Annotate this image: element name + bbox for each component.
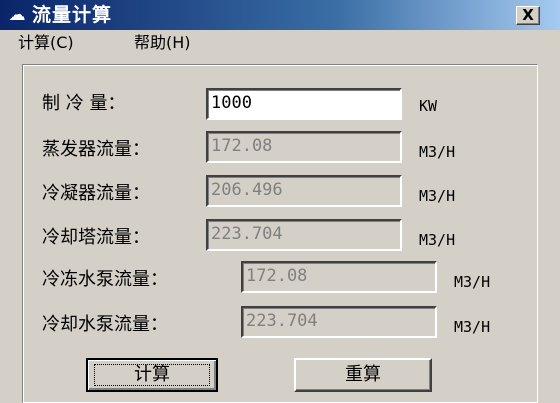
condenser-flow-field: 206.496 [206,175,402,207]
focus-indicator [94,364,210,386]
cooling-capacity-label: 制 冷 量： [42,93,126,114]
cooling-tower-flow-unit: M3/H [419,231,456,249]
calculate-button[interactable]: 计算 [86,358,218,392]
reset-button-label: 重算 [345,364,381,385]
menu-bar: 计算(C) 帮助(H) [0,30,560,56]
cooling-water-pump-flow-field: 223.704 [241,306,437,338]
cooling-capacity-unit: KW [419,97,438,115]
evaporator-flow-label: 蒸发器流量： [42,139,150,160]
condenser-flow-unit: M3/H [419,187,456,205]
title-bar[interactable]: ☁ 流量计算 X [0,0,560,30]
window-title: 流量计算 [32,4,113,26]
evaporator-flow-field: 172.08 [206,131,402,163]
cooling-capacity-input[interactable]: 1000 [206,88,402,120]
chilled-water-pump-flow-label: 冷冻水泵流量： [42,269,168,290]
chilled-water-pump-flow-unit: M3/H [454,273,491,291]
reset-button[interactable]: 重算 [294,358,432,392]
flow-calculator-window: ☁ 流量计算 X 计算(C) 帮助(H) 制 冷 量： 1000 KW 蒸发器流… [0,0,560,403]
chilled-water-pump-flow-field: 172.08 [241,261,437,293]
evaporator-flow-unit: M3/H [419,143,456,161]
menu-calculate[interactable]: 计算(C) [18,30,74,56]
menu-help[interactable]: 帮助(H) [134,30,191,56]
app-icon: ☁ [8,5,26,25]
cooling-water-pump-flow-label: 冷却水泵流量： [42,314,168,335]
cooling-water-pump-flow-unit: M3/H [454,318,491,336]
cooling-tower-flow-field: 223.704 [206,219,402,251]
condenser-flow-label: 冷凝器流量： [42,183,150,204]
cooling-tower-flow-label: 冷却塔流量： [42,227,150,248]
close-button[interactable]: X [516,6,540,25]
